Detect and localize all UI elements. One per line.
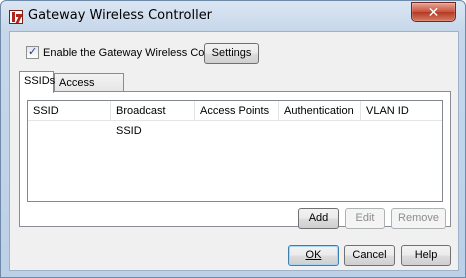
column-header-authentication[interactable]: Authentication [279,101,361,121]
cancel-button[interactable]: Cancel [344,245,395,266]
ok-button[interactable]: OK [288,245,339,266]
ssid-list[interactable]: SSID Broadcast SSID Access Points Authen… [27,100,443,202]
window-title: Gateway Wireless Controller [28,8,213,23]
remove-button[interactable]: Remove [391,208,446,229]
column-header-vlan-id[interactable]: VLAN ID [361,101,444,121]
watchguard-logo-icon [9,10,23,24]
enable-controller-checkbox[interactable]: ✓ [26,46,39,59]
ssids-panel: SSID Broadcast SSID Access Points Authen… [19,91,451,229]
help-button[interactable]: Help [401,245,451,266]
edit-button[interactable]: Edit [345,208,385,229]
ok-label: OK [305,249,322,261]
list-header: SSID Broadcast SSID Access Points Authen… [28,101,444,137]
settings-button[interactable]: Settings [204,43,259,64]
title-bar[interactable]: Gateway Wireless Controller ✕ [1,1,465,31]
close-button[interactable]: ✕ [411,2,456,22]
column-header-broadcast-ssid[interactable]: Broadcast SSID [111,101,195,137]
tab-access-points[interactable]: Access Points [54,73,124,107]
column-header-access-points[interactable]: Access Points [195,101,279,121]
check-icon: ✓ [28,46,38,58]
tab-ssids[interactable]: SSIDs [19,71,55,93]
column-header-ssid[interactable]: SSID [28,101,111,121]
dialog-body: ✓ Enable the Gateway Wireless Controller… [9,31,459,271]
close-icon: ✕ [427,4,440,20]
dialog-window: Gateway Wireless Controller ✕ ✓ Enable t… [0,0,466,278]
add-button[interactable]: Add [298,208,339,229]
